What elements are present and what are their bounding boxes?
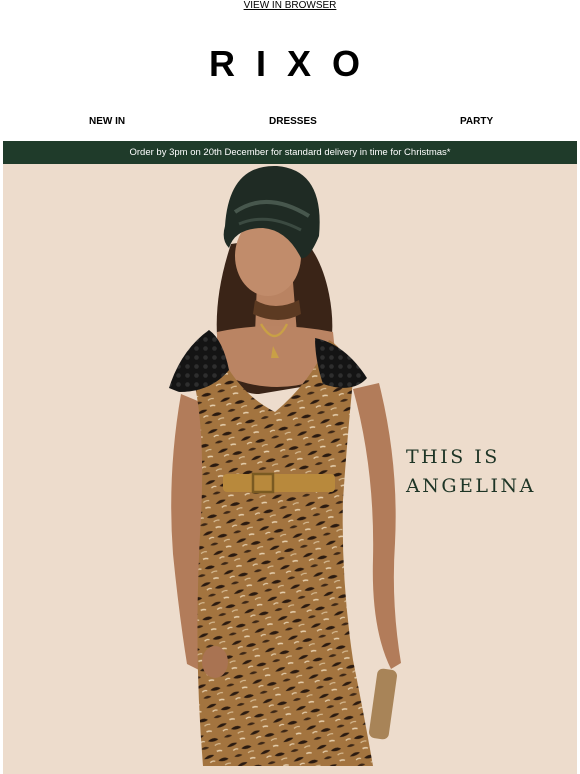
view-in-browser-link[interactable]: VIEW IN BROWSER xyxy=(244,0,337,11)
rixo-logo[interactable]: RIXO xyxy=(0,44,580,84)
delivery-banner[interactable]: Order by 3pm on 20th December for standa… xyxy=(3,141,577,164)
headline-line-2: ANGELINA xyxy=(406,475,536,497)
nav-party[interactable]: PARTY xyxy=(460,114,493,130)
nav-new-in[interactable]: NEW IN xyxy=(89,114,125,130)
hero-headline: THIS IS ANGELINA xyxy=(406,443,536,501)
view-in-browser-bar: VIEW IN BROWSER xyxy=(0,0,580,14)
nav-dresses[interactable]: DRESSES xyxy=(269,114,317,130)
hero-banner[interactable]: THIS IS ANGELINA xyxy=(3,164,577,774)
main-nav: NEW IN DRESSES PARTY xyxy=(0,114,580,130)
headline-line-1: THIS IS xyxy=(406,446,500,468)
